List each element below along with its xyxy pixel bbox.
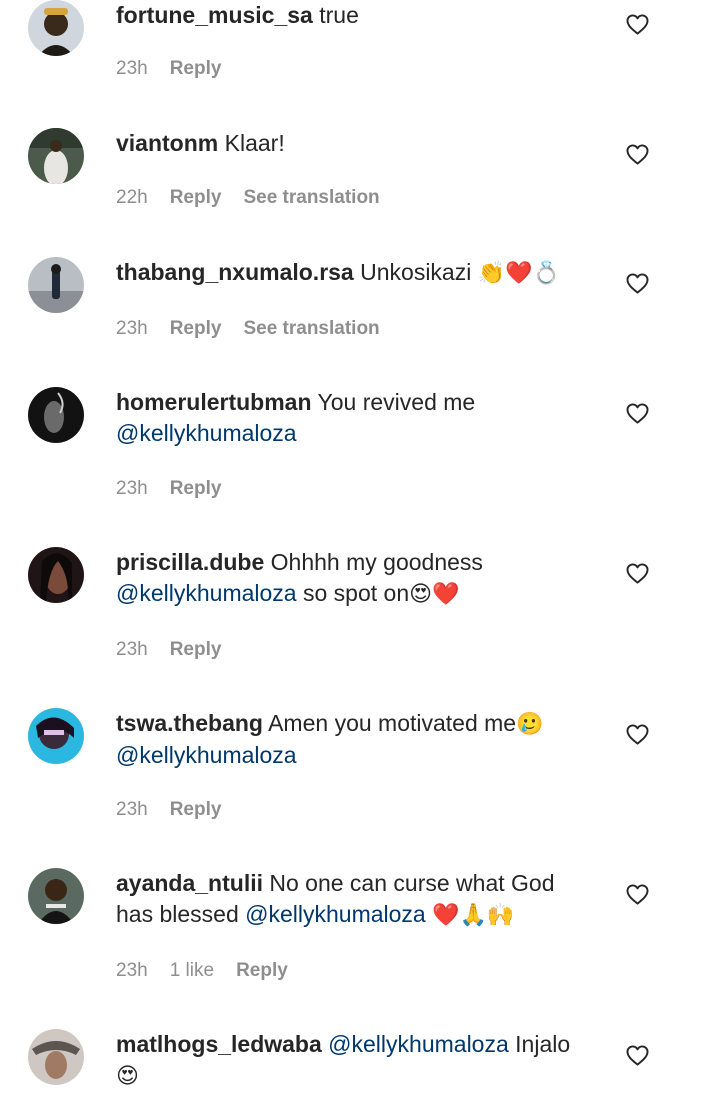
comment-username[interactable]: homerulertubman — [116, 389, 312, 415]
comment-text: Klaar! — [224, 130, 285, 156]
comment-text: Unkosikazi — [360, 259, 472, 285]
comment-meta: 22h Reply See translation — [116, 187, 380, 209]
comment-username[interactable]: viantonm — [116, 130, 218, 156]
avatar[interactable] — [28, 0, 84, 56]
comment-meta: 23h Reply See translation — [116, 318, 380, 340]
comment-mention[interactable]: @kellykhumaloza — [116, 580, 297, 606]
heart-outline-icon[interactable] — [626, 884, 649, 905]
comment-body: tswa.thebang Amen you motivated me🥲 @kel… — [116, 708, 596, 771]
comment-username[interactable]: priscilla.dube — [116, 549, 264, 575]
comment-text: Amen you motivated me — [268, 710, 517, 736]
comment-body: ayanda_ntulii No one can curse what God … — [116, 868, 596, 931]
avatar[interactable] — [28, 868, 84, 924]
heart-outline-icon[interactable] — [626, 14, 649, 35]
comment-time: 23h — [116, 799, 148, 820]
comment-username[interactable]: ayanda_ntulii — [116, 870, 263, 896]
comment-emoji: 👏❤️💍 — [477, 261, 560, 286]
comment-time: 23h — [116, 318, 148, 339]
avatar[interactable] — [28, 1029, 84, 1085]
comment-meta: 23h 1 like Reply — [116, 960, 288, 982]
comment-text: true — [319, 2, 359, 28]
reply-button[interactable]: Reply — [170, 639, 222, 661]
comment-emoji: 😍 — [116, 1064, 139, 1089]
comment-text: Ohhhh my goodness — [270, 549, 483, 575]
comment-time: 23h — [116, 478, 148, 499]
heart-outline-icon[interactable] — [626, 144, 649, 165]
reply-button[interactable]: Reply — [170, 799, 222, 821]
see-translation-button[interactable]: See translation — [243, 318, 379, 340]
comment-username[interactable]: tswa.thebang — [116, 710, 263, 736]
comment-mention[interactable]: @kellykhumaloza — [116, 742, 297, 768]
avatar[interactable] — [28, 128, 84, 184]
comment-meta: 23h Reply — [116, 799, 221, 821]
reply-button[interactable]: Reply — [170, 187, 222, 209]
comment-body: homerulertubman You revived me @kellykhu… — [116, 387, 596, 449]
comment-time: 23h — [116, 58, 148, 79]
see-translation-button[interactable]: See translation — [243, 187, 379, 209]
comment-meta: 23h Reply — [116, 478, 221, 500]
comment-meta: 23h Reply — [116, 639, 221, 661]
comment-body: viantonm Klaar! — [116, 128, 596, 159]
comment-username[interactable]: fortune_music_sa — [116, 2, 313, 28]
heart-outline-icon[interactable] — [626, 403, 649, 424]
heart-outline-icon[interactable] — [626, 273, 649, 294]
comment-emoji: 🥲 — [516, 712, 544, 737]
heart-outline-icon[interactable] — [626, 1045, 649, 1066]
comment-username[interactable]: matlhogs_ledwaba — [116, 1031, 322, 1057]
heart-outline-icon[interactable] — [626, 563, 649, 584]
comment-text: You revived me — [317, 389, 476, 415]
avatar[interactable] — [28, 708, 84, 764]
comment-time: 23h — [116, 639, 148, 660]
comment-body: fortune_music_sa true — [116, 0, 596, 31]
avatar[interactable] — [28, 387, 84, 443]
comment-emoji: 😍❤️ — [409, 582, 460, 607]
reply-button[interactable]: Reply — [170, 478, 222, 500]
comment-text-after: so spot on — [302, 580, 410, 606]
comment-time: 22h — [116, 187, 148, 208]
comment-mention[interactable]: @kellykhumaloza — [116, 420, 297, 446]
comment-meta: 23h Reply — [116, 58, 221, 80]
comment-username[interactable]: thabang_nxumalo.rsa — [116, 259, 354, 285]
comment-emoji: ❤️🙏🙌 — [432, 903, 515, 928]
comment-body: matlhogs_ledwaba @kellykhumaloza Injalo … — [116, 1029, 596, 1092]
comment-mention[interactable]: @kellykhumaloza — [328, 1031, 509, 1057]
avatar[interactable] — [28, 547, 84, 603]
reply-button[interactable]: Reply — [170, 318, 222, 340]
comment-body: priscilla.dube Ohhhh my goodness @kellyk… — [116, 547, 596, 610]
heart-outline-icon[interactable] — [626, 724, 649, 745]
comment-body: thabang_nxumalo.rsa Unkosikazi 👏❤️💍 — [116, 257, 596, 289]
comment-mention[interactable]: @kellykhumaloza — [245, 901, 426, 927]
comment-time: 23h — [116, 960, 148, 981]
reply-button[interactable]: Reply — [170, 58, 222, 80]
comment-text: Injalo — [515, 1031, 571, 1057]
like-count[interactable]: 1 like — [170, 960, 214, 982]
avatar[interactable] — [28, 257, 84, 313]
reply-button[interactable]: Reply — [236, 960, 288, 982]
